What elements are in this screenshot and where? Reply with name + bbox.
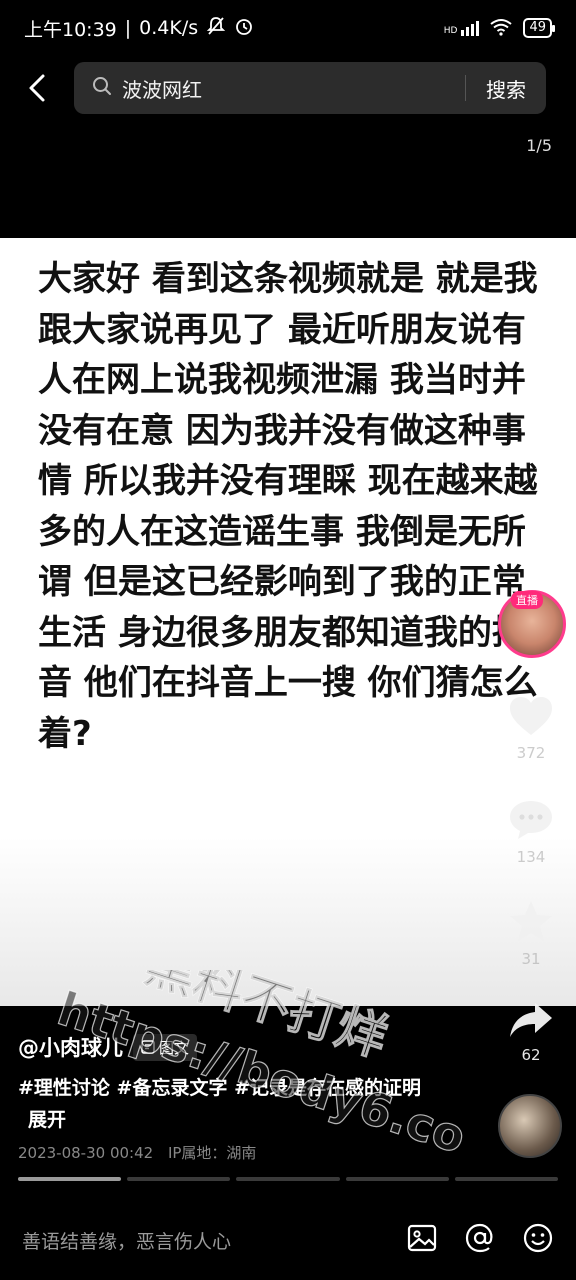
image-icon[interactable] [406, 1222, 438, 1258]
comment-bar: 善语结善缘，恶言伤人心 [0, 1200, 576, 1280]
caption: #理性讨论 #备忘录文字 #记录是存在感的证明展开 [18, 1072, 438, 1136]
search-button[interactable]: 搜索 [466, 74, 546, 103]
expand-link[interactable]: 展开 [28, 1109, 66, 1131]
favorite-count: 31 [521, 950, 541, 968]
progress-segment [127, 1177, 231, 1181]
signal-icon: HD [443, 20, 480, 36]
status-separator: | [124, 17, 132, 39]
progress-segment [345, 1177, 449, 1181]
image-text-icon [141, 1040, 155, 1054]
progress-segment [18, 1177, 122, 1181]
heart-icon [510, 697, 552, 735]
hashtags[interactable]: #理性讨论 #备忘录文字 #记录是存在感的证明 [18, 1077, 421, 1099]
status-right: HD 49 [443, 18, 555, 39]
image-page-counter: 1/5 [526, 136, 552, 155]
share-arrow-icon [510, 1003, 552, 1037]
wifi-icon [489, 18, 513, 39]
status-bar: 上午10:39 | 0.4K/s HD 49 [0, 0, 576, 56]
emoji-icon[interactable] [522, 1222, 554, 1258]
post-type-label: 图文 [159, 1038, 190, 1057]
author-name[interactable]: @小肉球儿 [18, 1032, 123, 1062]
share-button[interactable]: 62 [506, 1000, 556, 1064]
chevron-left-icon [29, 74, 45, 102]
back-button[interactable] [0, 56, 74, 120]
search-icon [92, 76, 112, 100]
search-box[interactable]: 波波网红 搜索 [74, 62, 546, 114]
search-input[interactable]: 波波网红 [122, 74, 465, 103]
ip-location: IP属地：湖南 [167, 1144, 257, 1162]
author-row: @小肉球儿 图文 [18, 1032, 198, 1062]
star-icon [510, 901, 552, 941]
mention-icon[interactable] [464, 1222, 496, 1258]
favorite-button[interactable]: 31 [506, 898, 556, 968]
comment-bar-icons [406, 1222, 554, 1258]
alarm-icon [234, 16, 254, 41]
post-datetime: 2023-08-30 00:42 [18, 1144, 154, 1162]
progress-segment [454, 1177, 559, 1181]
comment-input[interactable]: 善语结善缘，恶言伤人心 [22, 1227, 406, 1254]
post-meta: 2023-08-30 00:42 IP属地：湖南 [18, 1142, 256, 1163]
comment-button[interactable]: 134 [506, 798, 556, 866]
battery-indicator: 49 [523, 18, 555, 38]
like-button[interactable]: 372 [506, 694, 556, 762]
comment-bubble-icon [510, 801, 552, 839]
status-left: 上午10:39 | 0.4K/s [24, 15, 254, 42]
status-time: 上午10:39 [24, 18, 117, 41]
like-count: 372 [516, 744, 546, 762]
progress-segment [236, 1177, 340, 1181]
music-avatar[interactable] [498, 1094, 562, 1158]
top-bar: 波波网红 搜索 [0, 56, 576, 120]
image-progress [18, 1177, 559, 1181]
post-image[interactable]: 大家好 看到这条视频就是 就是我跟大家说再见了 最近听朋友说有人在网上说我视频泄… [0, 238, 576, 1006]
comment-count: 134 [516, 848, 546, 866]
status-speed: 0.4K/s [139, 17, 199, 39]
post-body-text: 大家好 看到这条视频就是 就是我跟大家说再见了 最近听朋友说有人在网上说我视频泄… [38, 259, 538, 754]
mute-bell-icon [206, 16, 226, 41]
live-badge: 直播 [511, 591, 543, 609]
post-type-badge: 图文 [133, 1033, 198, 1061]
share-count: 62 [521, 1046, 541, 1064]
live-avatar[interactable]: 直播 [498, 590, 566, 658]
network-type: HD [443, 25, 458, 36]
